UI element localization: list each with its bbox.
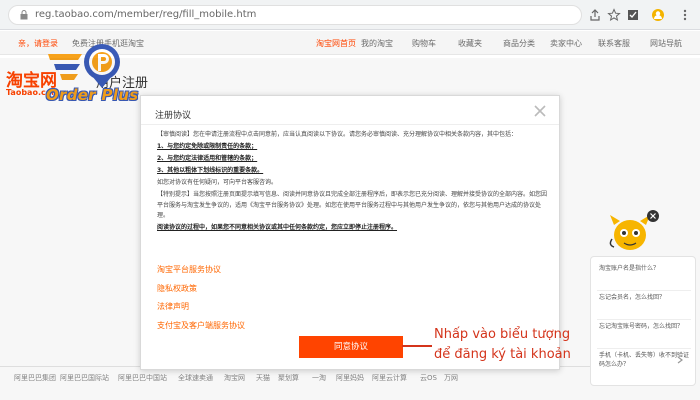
share-icon[interactable] (588, 8, 602, 22)
link-privacy-policy[interactable]: 隐私权政策 (157, 283, 457, 294)
help-question[interactable]: 淘宝账户名是指什么？ (599, 265, 689, 274)
agreement-paragraph: 如您对协议有任何疑问，可向平台客服咨询。 (157, 179, 278, 186)
nav-favorites[interactable]: 收藏夹 (458, 38, 482, 49)
modal-divider (141, 124, 559, 125)
nav-cart[interactable]: 购物车 (412, 38, 436, 49)
url-text: reg.taobao.com/member/reg/fill_mobile.ht… (35, 9, 257, 20)
address-bar[interactable]: reg.taobao.com/member/reg/fill_mobile.ht… (8, 5, 582, 25)
agreement-paragraph: 【审慎阅读】您在申请注册流程中点击同意前，应当认真阅读以下协议。请您务必审慎阅读… (157, 131, 518, 138)
link-alipay-agreement[interactable]: 支付宝及客户端服务协议 (157, 320, 457, 331)
agreement-paragraph: 【特别提示】当您按照注册页面提示填写信息、阅读并同意协议且完成全部注册程序后，即… (157, 191, 547, 219)
extension-icon[interactable] (626, 8, 640, 22)
link-legal-notice[interactable]: 法律声明 (157, 301, 457, 312)
star-icon[interactable] (607, 8, 621, 22)
agreement-clause: 2、与您约定法律适用和管辖的条款； (157, 155, 258, 162)
help-divider (597, 348, 691, 349)
modal-title: 注册协议 (155, 111, 192, 121)
close-icon[interactable] (533, 104, 547, 118)
nav-customer-service[interactable]: 联系客服 (598, 38, 630, 49)
annotation-pointer (402, 345, 432, 347)
nav-my-taobao[interactable]: 我的淘宝 (361, 38, 393, 49)
agreement-clause: 3、其他以粗体下划线标识的重要条款。 (157, 167, 264, 174)
annotation-text: Nhấp vào biểu tượng để đăng ký tài khoản (434, 327, 571, 362)
help-panel: 淘宝账户名是指什么？ 忘记会员名，怎么找回？ 忘记淘宝账号密码，怎么找回？ 手机… (590, 256, 696, 386)
nav-categories[interactable]: 商品分类 (503, 38, 535, 49)
help-question[interactable]: 忘记淘宝账号密码，怎么找回？ (599, 323, 689, 332)
agreement-paragraph: 阅读协议的过程中，如果您不同意相关协议或其中任何条款约定，您应立即停止注册程序。 (157, 224, 398, 231)
help-divider (597, 319, 691, 320)
link-taobao-service-agreement[interactable]: 淘宝平台服务协议 (157, 264, 457, 275)
menu-icon[interactable] (678, 8, 692, 22)
lock-icon (20, 10, 28, 20)
nav-site-map[interactable]: 网站导航 (650, 38, 682, 49)
browser-toolbar: reg.taobao.com/member/reg/fill_mobile.ht… (0, 0, 700, 30)
agreement-links: 淘宝平台服务协议 隐私权政策 法律声明 支付宝及客户端服务协议 (157, 264, 457, 338)
profile-icon[interactable] (651, 8, 665, 22)
chevron-right-icon[interactable] (675, 355, 685, 365)
help-divider (597, 290, 691, 291)
nav-seller-center[interactable]: 卖家中心 (550, 38, 582, 49)
help-question[interactable]: 忘记会员名，怎么找回？ (599, 294, 689, 303)
close-icon[interactable] (647, 210, 659, 222)
agree-button[interactable]: 同意协议 (299, 336, 403, 358)
agreement-clause: 1、与您约定免除或限制责任的条款； (157, 143, 258, 150)
nav-home[interactable]: 淘宝网首页 (316, 38, 356, 49)
